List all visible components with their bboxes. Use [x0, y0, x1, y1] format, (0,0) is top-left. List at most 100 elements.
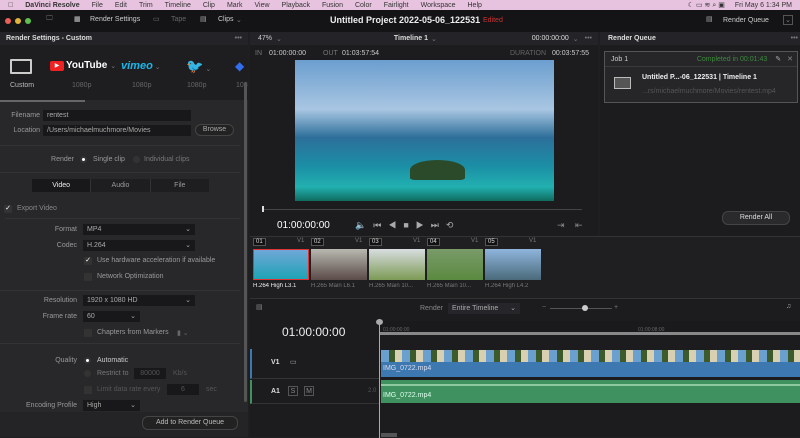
chevron-down-icon[interactable]: ⌄: [155, 64, 161, 71]
export-video-checkbox[interactable]: ✓: [4, 205, 12, 213]
zoom-slider[interactable]: [550, 308, 612, 309]
restrict-radio[interactable]: [84, 370, 91, 377]
preset-twitter[interactable]: 🐦 ⌄: [186, 58, 211, 75]
menu-file[interactable]: File: [92, 2, 103, 9]
add-to-render-queue-button[interactable]: Add to Render Queue: [142, 416, 238, 430]
render-range-select[interactable]: Entire Timeline ⌄: [448, 303, 520, 314]
limit-rate-input[interactable]: 6: [167, 384, 199, 395]
render-settings-icon[interactable]: ▦: [74, 15, 81, 23]
tab-audio[interactable]: Audio: [90, 179, 149, 192]
apple-icon[interactable]: : [8, 2, 13, 9]
menu-view[interactable]: View: [255, 2, 270, 9]
automatic-radio[interactable]: [84, 357, 91, 364]
clip-thumbnail[interactable]: [485, 249, 541, 280]
menu-app-name[interactable]: DaVinci Resolve: [25, 2, 79, 9]
playhead-handle[interactable]: [376, 319, 383, 325]
menu-workspace[interactable]: Workspace: [421, 2, 456, 9]
render-queue-button[interactable]: Render Queue: [723, 17, 769, 24]
minimize-window-button[interactable]: [15, 18, 21, 24]
clip-thumbnail[interactable]: [253, 249, 309, 280]
zoom-in-icon[interactable]: +: [614, 304, 618, 311]
tab-video[interactable]: Video: [32, 179, 91, 192]
menu-edit[interactable]: Edit: [115, 2, 127, 9]
more-options-icon[interactable]: •••: [791, 35, 798, 42]
limit-rate-checkbox[interactable]: [84, 386, 92, 394]
format-select[interactable]: MP4 ⌄: [83, 224, 195, 235]
network-opt-checkbox[interactable]: [84, 273, 92, 281]
zoom-window-button[interactable]: [25, 18, 31, 24]
zoom-slider-thumb[interactable]: [582, 305, 588, 311]
hw-accel-checkbox[interactable]: ✓: [84, 257, 92, 265]
menu-help[interactable]: Help: [468, 2, 482, 9]
render-all-button[interactable]: Render All: [722, 211, 790, 225]
tape-icon[interactable]: ▭: [153, 15, 160, 23]
timeline-ruler[interactable]: 01:00:00:00 01:00:08:00: [380, 321, 800, 335]
track-monitor-icon[interactable]: ▭: [290, 358, 297, 366]
settings-scrollbar[interactable]: [244, 82, 247, 402]
clips-button[interactable]: Clips: [218, 16, 234, 23]
menu-mark[interactable]: Mark: [227, 2, 243, 9]
preset-scrollbar[interactable]: [0, 100, 85, 102]
edit-job-icon[interactable]: ✎: [775, 55, 781, 63]
clip-thumbnail[interactable]: [311, 249, 367, 280]
render-settings-button[interactable]: Render Settings: [90, 16, 140, 23]
solo-button[interactable]: S: [288, 386, 298, 396]
tape-button[interactable]: Tape: [171, 16, 186, 23]
scrubber-track[interactable]: [262, 209, 582, 210]
resolution-select[interactable]: 1920 x 1080 HD ⌄: [83, 295, 195, 306]
chapters-checkbox[interactable]: [84, 329, 92, 337]
prev-edit-icon[interactable]: ⇤: [575, 220, 583, 231]
more-options-icon[interactable]: •••: [235, 35, 242, 42]
single-clip-radio[interactable]: [80, 156, 87, 163]
location-input[interactable]: /Users/michaelmuchmore/Movies: [43, 125, 191, 136]
menu-clip[interactable]: Clip: [203, 2, 215, 9]
codec-select[interactable]: H.264 ⌄: [83, 240, 195, 251]
menu-fairlight[interactable]: Fairlight: [384, 2, 409, 9]
individual-clips-radio[interactable]: [133, 156, 140, 163]
clip-thumbnail[interactable]: [369, 249, 425, 280]
dropbox-icon[interactable]: ◆: [235, 59, 244, 73]
timeline-select[interactable]: Timeline 1: [394, 35, 428, 42]
menu-playback[interactable]: Playback: [282, 2, 310, 9]
menu-color[interactable]: Color: [355, 2, 372, 9]
viewer-zoom-select[interactable]: 47%: [258, 35, 272, 42]
close-window-button[interactable]: [5, 18, 11, 24]
custom-preset-icon[interactable]: [10, 59, 32, 74]
browse-button[interactable]: Browse: [195, 124, 234, 136]
zoom-out-icon[interactable]: −: [542, 304, 546, 311]
job-card[interactable]: Job 1 Completed in 00:01:43 ✎ ✕ Untitled…: [604, 51, 798, 103]
preset-youtube[interactable]: ▶ YouTube ⌄: [50, 60, 116, 71]
viewer-timecode-select[interactable]: 00:00:00:00: [532, 35, 569, 42]
menu-fusion[interactable]: Fusion: [322, 2, 343, 9]
timeline-scrollbar[interactable]: [381, 433, 397, 437]
video-clip[interactable]: IMG_0722.mp4: [381, 350, 800, 377]
clip-thumbnail[interactable]: [427, 249, 483, 280]
timeline-playhead[interactable]: [379, 319, 380, 438]
remove-job-icon[interactable]: ✕: [787, 55, 793, 63]
tab-file[interactable]: File: [149, 179, 209, 192]
encoding-profile-select[interactable]: High ⌄: [83, 400, 140, 411]
audio-clip[interactable]: IMG_0722.mp4: [381, 380, 800, 403]
transport-controls[interactable]: 🔈⏮◀■▶⏭⟲: [355, 220, 460, 231]
monitor-icon[interactable]: 🖵: [46, 15, 53, 23]
render-queue-icon[interactable]: ▤: [706, 15, 713, 23]
timeline-view-icon[interactable]: ▤: [256, 303, 263, 311]
playhead[interactable]: [262, 206, 264, 212]
clips-icon[interactable]: ▤: [200, 15, 207, 23]
menu-trim[interactable]: Trim: [139, 2, 153, 9]
filename-input[interactable]: rentest: [43, 110, 191, 121]
next-edit-icon[interactable]: ⇥: [557, 220, 565, 231]
mute-button[interactable]: M: [304, 386, 314, 396]
chevron-down-icon[interactable]: ⌄: [205, 66, 211, 73]
framerate-select[interactable]: 60 ⌄: [83, 311, 140, 322]
audio-meter-icon[interactable]: ♫: [786, 303, 791, 310]
restrict-bitrate-input[interactable]: 80000: [134, 368, 166, 379]
more-options-icon[interactable]: •••: [585, 35, 592, 42]
menu-timeline[interactable]: Timeline: [165, 2, 191, 9]
preset-vimeo[interactable]: vimeo ⌄: [121, 60, 161, 72]
marker-color-icon[interactable]: ▮ ⌄: [177, 329, 189, 337]
collapse-icon[interactable]: ⌄: [783, 15, 793, 25]
chevron-down-icon[interactable]: ⌄: [236, 16, 242, 24]
chevron-down-icon[interactable]: ⌄: [110, 62, 116, 70]
duration-timecode: 00:03:57:55: [552, 50, 589, 57]
